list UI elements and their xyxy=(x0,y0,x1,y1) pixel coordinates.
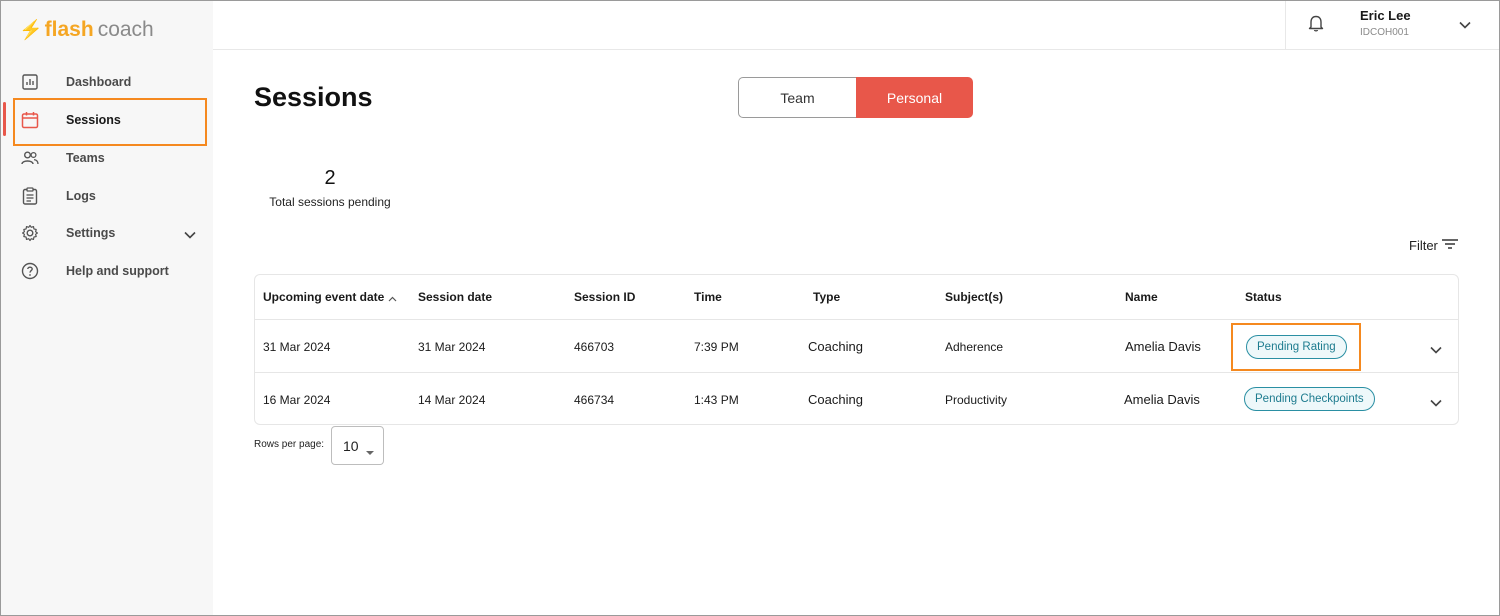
cell-subject: Productivity xyxy=(945,393,1008,407)
cell-session-date: 31 Mar 2024 xyxy=(418,340,486,354)
people-icon xyxy=(21,149,39,167)
cell-type: Coaching xyxy=(808,339,863,354)
rows-per-page-select[interactable]: 10 xyxy=(331,426,384,465)
app-logo[interactable]: ⚡ flash coach xyxy=(19,17,154,43)
sidebar-item-teams[interactable]: Teams xyxy=(1,139,213,177)
gear-icon xyxy=(21,224,39,242)
cell-name: Amelia Davis xyxy=(1124,392,1200,407)
sidebar-item-label: Dashboard xyxy=(66,75,132,89)
table-row[interactable]: 16 Mar 2024 14 Mar 2024 466734 1:43 PM C… xyxy=(255,374,1458,426)
column-header-session-id: Session ID xyxy=(574,290,636,304)
rows-per-page-label: Rows per page: xyxy=(254,439,325,450)
rows-per-page-value: 10 xyxy=(343,437,359,454)
logo-coach: coach xyxy=(97,18,154,41)
bar-chart-icon xyxy=(21,73,39,91)
filter-icon xyxy=(1441,238,1458,253)
clipboard-icon xyxy=(21,187,39,205)
caret-down-icon xyxy=(365,443,375,459)
help-circle-icon xyxy=(21,262,39,280)
sidebar-item-label: Settings xyxy=(66,226,116,240)
sidebar-item-help[interactable]: Help and support xyxy=(1,252,213,290)
sidebar-item-label: Teams xyxy=(66,151,105,165)
tab-team[interactable]: Team xyxy=(738,77,856,118)
column-header-status: Status xyxy=(1245,290,1282,304)
top-bar: Eric Lee IDCOH001 xyxy=(213,1,1499,50)
column-header-label: Upcoming event date xyxy=(263,290,385,304)
pending-sessions-count: 2 xyxy=(324,167,336,189)
notifications-button[interactable] xyxy=(1285,1,1345,49)
sidebar-item-dashboard[interactable]: Dashboard xyxy=(1,63,213,101)
bell-icon xyxy=(1308,14,1324,37)
sidebar-item-settings[interactable]: Settings xyxy=(1,214,213,252)
logo-flash: flash xyxy=(44,18,94,41)
column-header-type: Type xyxy=(813,290,841,304)
bolt-icon: ⚡ xyxy=(19,20,43,41)
cell-upcoming-date: 31 Mar 2024 xyxy=(263,340,331,354)
chevron-down-icon[interactable] xyxy=(1430,341,1442,359)
filter-button[interactable]: Filter xyxy=(1409,238,1458,253)
chevron-down-icon[interactable] xyxy=(184,226,196,244)
tab-personal[interactable]: Personal xyxy=(856,77,973,118)
cell-time: 7:39 PM xyxy=(694,340,739,354)
chevron-down-icon[interactable] xyxy=(1430,394,1442,412)
table-row[interactable]: 31 Mar 2024 31 Mar 2024 466703 7:39 PM C… xyxy=(255,321,1458,373)
column-header-subjects: Subject(s) xyxy=(945,290,1004,304)
page-title: Sessions xyxy=(254,82,373,112)
sessions-table: Upcoming event date Session date Session… xyxy=(254,274,1459,425)
cell-session-id: 466734 xyxy=(574,393,615,407)
user-id: IDCOH001 xyxy=(1360,27,1409,38)
column-header-name: Name xyxy=(1125,290,1158,304)
cell-upcoming-date: 16 Mar 2024 xyxy=(263,393,331,407)
status-badge: Pending Checkpoints xyxy=(1244,387,1375,411)
filter-label: Filter xyxy=(1409,238,1438,253)
pending-sessions-label: Total sessions pending xyxy=(269,195,391,209)
cell-name: Amelia Davis xyxy=(1125,339,1201,354)
status-badge: Pending Rating xyxy=(1246,335,1347,359)
sidebar: ⚡ flash coach Dashboard Sessions Teams L… xyxy=(1,1,213,615)
column-header-session-date: Session date xyxy=(418,290,493,304)
column-header-time: Time xyxy=(694,290,722,304)
cell-session-id: 466703 xyxy=(574,340,615,354)
sidebar-item-label: Logs xyxy=(66,189,96,203)
cell-subject: Adherence xyxy=(945,340,1004,354)
sidebar-item-label: Help and support xyxy=(66,264,169,278)
sidebar-item-logs[interactable]: Logs xyxy=(1,177,213,215)
cell-type: Coaching xyxy=(808,392,863,407)
cell-session-date: 14 Mar 2024 xyxy=(418,393,486,407)
chevron-down-icon[interactable] xyxy=(1459,16,1471,34)
user-name: Eric Lee xyxy=(1360,8,1411,23)
column-header-upcoming[interactable]: Upcoming event date xyxy=(263,290,397,305)
table-header: Upcoming event date Session date Session… xyxy=(255,275,1458,320)
sort-up-icon[interactable] xyxy=(388,291,397,305)
view-toggle: Team Personal xyxy=(738,77,973,118)
cell-time: 1:43 PM xyxy=(694,393,739,407)
